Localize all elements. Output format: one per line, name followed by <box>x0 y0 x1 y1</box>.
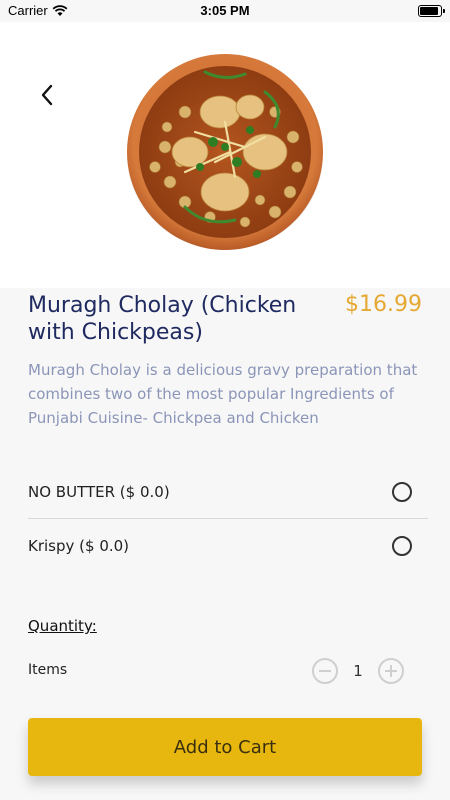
quantity-heading: Quantity: <box>28 617 97 635</box>
minus-circle-icon[interactable] <box>312 658 338 684</box>
option-label: NO BUTTER ($ 0.0) <box>28 483 170 501</box>
option-label: Krispy ($ 0.0) <box>28 537 130 555</box>
back-button[interactable] <box>30 77 66 113</box>
product-description: Muragh Cholay is a delicious gravy prepa… <box>28 361 418 427</box>
add-to-cart-button[interactable]: Add to Cart <box>28 718 422 776</box>
dish-image <box>127 54 323 250</box>
quantity-value: 1 <box>353 662 363 680</box>
plus-circle-icon[interactable] <box>378 658 404 684</box>
radio-button[interactable] <box>392 482 412 502</box>
quantity-stepper: 1 <box>312 657 404 685</box>
option-divider <box>28 518 428 519</box>
product-title: Muragh Cholay (Chicken with Chickpeas) <box>28 293 297 345</box>
battery-icon <box>418 5 445 17</box>
status-time: 3:05 PM <box>200 3 250 18</box>
option-no-butter[interactable]: NO BUTTER ($ 0.0) <box>28 466 428 518</box>
radio-button[interactable] <box>392 536 412 556</box>
hero-section <box>0 22 450 288</box>
product-price: $16.99 <box>345 292 422 317</box>
chevron-left-icon <box>41 84 53 106</box>
items-label: Items <box>28 662 68 678</box>
option-krispy[interactable]: Krispy ($ 0.0) <box>28 520 428 572</box>
status-bar: Carrier 3:05 PM <box>0 0 450 22</box>
